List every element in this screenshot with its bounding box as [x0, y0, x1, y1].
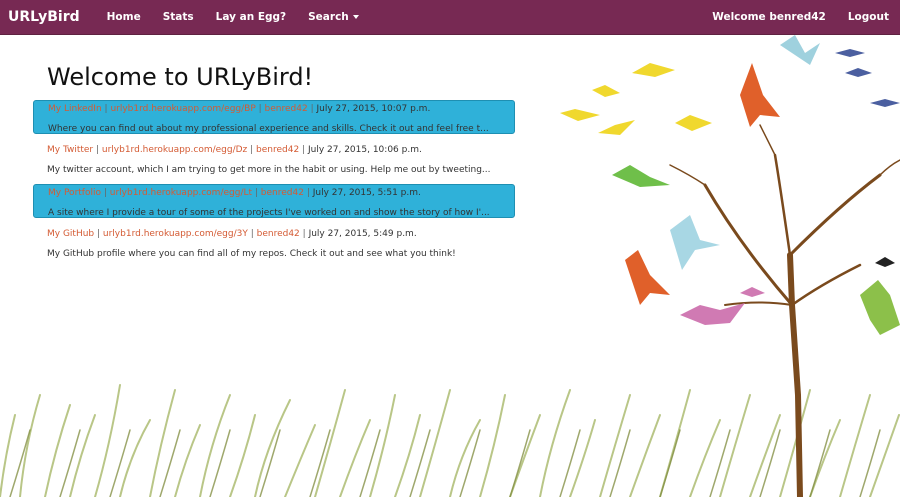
nav-right: Welcome benred42 Logout: [701, 0, 900, 35]
entry-meta: My LinkedIn | urlyb1rd.herokuapp.com/egg…: [48, 104, 431, 114]
entry-title-link[interactable]: My GitHub: [47, 229, 94, 239]
main-content: Welcome to URLyBird! My LinkedIn | urlyb…: [33, 60, 515, 268]
entry-description: My twitter account, which I am trying to…: [47, 165, 491, 175]
bookmark-entry[interactable]: My Portfolio | urlyb1rd.herokuapp.com/eg…: [33, 184, 515, 218]
page-title: Welcome to URLyBird!: [47, 63, 314, 91]
nav-lay-an-egg[interactable]: Lay an Egg?: [205, 0, 297, 35]
birds-illustration: [560, 35, 900, 335]
entry-meta: My GitHub | urlyb1rd.herokuapp.com/egg/3…: [47, 229, 417, 239]
bookmark-entry[interactable]: My Twitter | urlyb1rd.herokuapp.com/egg/…: [33, 142, 515, 176]
entry-description: Where you can find out about my professi…: [48, 124, 489, 134]
entry-user-link[interactable]: benred42: [261, 188, 304, 198]
entry-short-url-link[interactable]: urlyb1rd.herokuapp.com/egg/Lt: [110, 188, 252, 198]
entry-user-link[interactable]: benred42: [257, 229, 300, 239]
entry-short-url-link[interactable]: urlyb1rd.herokuapp.com/egg/3Y: [103, 229, 248, 239]
nav-stats[interactable]: Stats: [152, 0, 205, 35]
entry-user-link[interactable]: benred42: [265, 104, 308, 114]
nav-home[interactable]: Home: [96, 0, 152, 35]
logout-link[interactable]: Logout: [837, 0, 900, 35]
brand-link[interactable]: URLyBird: [0, 9, 88, 25]
nav-search-label: Search: [308, 10, 349, 23]
navbar: URLyBird Home Stats Lay an Egg? Search W…: [0, 0, 900, 35]
bookmark-entry[interactable]: My GitHub | urlyb1rd.herokuapp.com/egg/3…: [33, 226, 515, 260]
welcome-user[interactable]: Welcome benred42: [701, 0, 837, 35]
entry-title-link[interactable]: My Portfolio: [48, 188, 101, 198]
entry-title-link[interactable]: My Twitter: [47, 145, 93, 155]
entry-short-url-link[interactable]: urlyb1rd.herokuapp.com/egg/BP: [110, 104, 255, 114]
entry-user-link[interactable]: benred42: [256, 145, 299, 155]
entry-date: July 27, 2015, 10:06 p.m.: [307, 145, 422, 155]
entry-meta: My Twitter | urlyb1rd.herokuapp.com/egg/…: [47, 145, 422, 155]
entry-description: My GitHub profile where you can find all…: [47, 249, 456, 259]
nav-search-dropdown[interactable]: Search: [297, 0, 370, 35]
entry-description: A site where I provide a tour of some of…: [48, 208, 490, 218]
caret-down-icon: [352, 14, 359, 19]
entry-date: July 27, 2015, 5:51 p.m.: [312, 188, 421, 198]
nav-left: Home Stats Lay an Egg? Search: [96, 0, 370, 35]
grass-illustration: [0, 384, 900, 497]
entry-title-link[interactable]: My LinkedIn: [48, 104, 102, 114]
entry-date: July 27, 2015, 10:07 p.m.: [316, 104, 431, 114]
entry-short-url-link[interactable]: urlyb1rd.herokuapp.com/egg/Dz: [102, 145, 247, 155]
entry-meta: My Portfolio | urlyb1rd.herokuapp.com/eg…: [48, 188, 421, 198]
bookmark-entry[interactable]: My LinkedIn | urlyb1rd.herokuapp.com/egg…: [33, 100, 515, 134]
entry-date: July 27, 2015, 5:49 p.m.: [308, 229, 417, 239]
